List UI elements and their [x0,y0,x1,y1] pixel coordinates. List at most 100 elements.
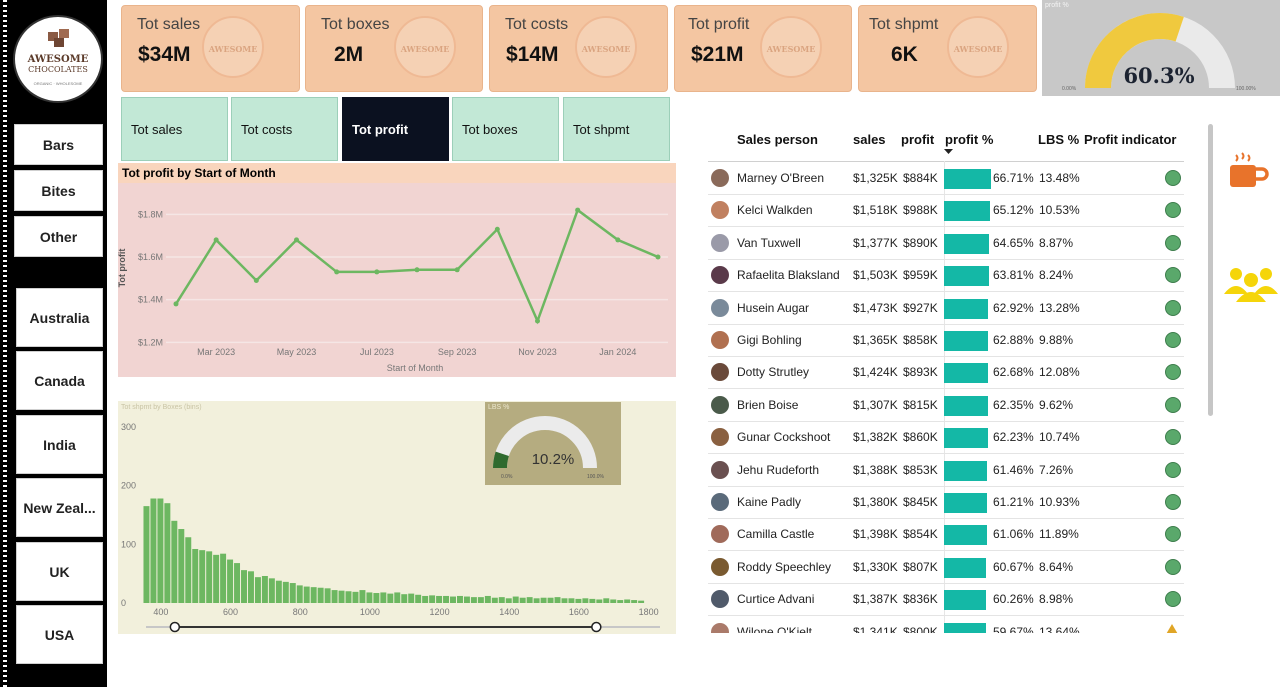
histogram-bar[interactable] [589,598,596,603]
histogram-bar[interactable] [429,595,436,603]
histogram-bar[interactable] [206,551,213,603]
slicer-country-new-zealand[interactable]: New Zeal... [16,478,103,537]
histogram-bar[interactable] [380,592,387,603]
histogram-bar[interactable] [241,570,247,603]
histogram-bar[interactable] [554,597,561,603]
table-row[interactable]: Gunar Cockshoot $1,382K $860K 62.23% 10.74% [708,421,1184,455]
histogram-bar[interactable] [227,559,234,603]
histogram-bar[interactable] [415,594,422,603]
histogram-bar[interactable] [624,599,631,603]
histogram-bar[interactable] [568,598,575,603]
histogram-bar[interactable] [436,595,443,603]
histogram-bar[interactable] [526,597,533,603]
histogram-bar[interactable] [268,578,275,603]
slicer-country-australia[interactable]: Australia [16,288,103,347]
histogram-bar[interactable] [143,506,150,603]
profit-by-month-chart[interactable]: Tot profit by Start of Month $1.2M $1.4M $… [118,163,676,377]
histogram-bar[interactable] [512,596,519,603]
table-row[interactable]: Marney O'Breen $1,325K $884K 66.71% 13.48% [708,162,1184,195]
histogram-bar[interactable] [498,597,505,603]
histogram-bar[interactable] [234,563,241,603]
data-point[interactable] [173,301,179,307]
lbs-percent-gauge[interactable]: LBS % 10.2% 0.0% 100.0% [485,402,621,485]
histogram-bar[interactable] [547,597,554,603]
histogram-bar[interactable] [450,596,456,603]
table-row[interactable]: Wilone O'Kielt $1,341K $800K 59.67% 13.64% [708,616,1184,633]
column-header-sales[interactable]: sales [853,132,886,147]
data-point[interactable] [655,254,661,260]
slicer-category-other[interactable]: Other [14,216,103,257]
column-header-profit-pct[interactable]: profit % [945,132,993,147]
histogram-bar[interactable] [303,586,310,603]
histogram-bar[interactable] [171,520,178,603]
histogram-bar[interactable] [220,553,227,603]
histogram-bar[interactable] [178,529,185,603]
slicer-category-bites[interactable]: Bites [14,170,103,211]
data-point[interactable] [454,267,460,273]
column-header-profit-indicator[interactable]: Profit indicator [1084,132,1176,147]
histogram-bar[interactable] [254,577,261,603]
measure-button-tot-shpmt[interactable]: Tot shpmt [563,97,670,161]
histogram-bar[interactable] [491,597,498,603]
histogram-bar[interactable] [484,595,491,603]
histogram-bar[interactable] [394,592,401,603]
histogram-bar[interactable] [463,596,470,603]
histogram-bar[interactable] [533,598,540,603]
range-slider-max-handle[interactable] [591,621,602,633]
histogram-bar[interactable] [185,537,192,603]
histogram-bar[interactable] [331,590,338,603]
histogram-bar[interactable] [477,597,484,603]
histogram-bar[interactable] [199,550,206,603]
table-row[interactable]: Kaine Padly $1,380K $845K 61.21% 10.93% [708,486,1184,519]
histogram-bar[interactable] [296,585,303,603]
table-row[interactable]: Jehu Rudeforth $1,388K $853K 61.46% 7.26% [708,454,1184,487]
slicer-country-canada[interactable]: Canada [16,351,103,410]
histogram-bar[interactable] [261,575,268,603]
histogram-bar[interactable] [456,595,463,603]
column-header-lbs-pct[interactable]: LBS % [1038,132,1079,147]
data-point[interactable] [253,277,259,283]
data-point[interactable] [294,237,299,243]
slicer-country-uk[interactable]: UK [16,542,103,601]
column-header-profit[interactable]: profit [901,132,934,147]
data-point[interactable] [374,269,380,275]
data-point[interactable] [334,269,340,275]
range-slider-min-handle[interactable] [169,621,181,633]
slicer-country-india[interactable]: India [16,415,103,474]
data-point[interactable] [535,318,540,324]
measure-button-tot-boxes[interactable]: Tot boxes [452,97,559,161]
histogram-bar[interactable] [603,598,610,603]
table-row[interactable]: Rafaelita Blaksland $1,503K $959K 63.81% 8.2… [708,259,1184,293]
histogram-bar[interactable] [575,598,582,603]
measure-button-tot-costs[interactable]: Tot costs [231,97,338,161]
histogram-bar[interactable] [443,595,450,603]
table-row[interactable]: Camilla Castle $1,398K $854K 61.06% 11.89% [708,518,1184,552]
histogram-bar[interactable] [582,598,589,603]
histogram-bar[interactable] [470,597,477,603]
histogram-bar[interactable] [617,600,624,603]
data-point[interactable] [414,267,420,273]
histogram-bar[interactable] [359,590,366,603]
data-point[interactable] [615,237,621,243]
histogram-bar[interactable] [324,588,331,603]
table-row[interactable]: Roddy Speechley $1,330K $807K 60.67% 8.64% [708,551,1184,584]
histogram-bar[interactable] [366,592,373,603]
histogram-bar[interactable] [505,598,512,603]
table-row[interactable]: Gigi Bohling $1,365K $858K 62.88% 9.88% [708,324,1184,357]
histogram-bar[interactable] [401,594,408,603]
histogram-bar[interactable] [282,581,289,603]
histogram-bar[interactable] [338,590,345,603]
histogram-bar[interactable] [422,595,429,603]
data-point[interactable] [213,237,219,243]
table-row[interactable]: Husein Augar $1,473K $927K 62.92% 13.28% [708,292,1184,325]
histogram-bar[interactable] [387,593,394,603]
column-header-sales-person[interactable]: Sales person [737,132,818,147]
table-row[interactable]: Van Tuxwell $1,377K $890K 64.65% 8.87% [708,227,1184,260]
measure-button-tot-sales[interactable]: Tot sales [121,97,228,161]
histogram-bar[interactable] [164,503,171,603]
histogram-bar[interactable] [345,591,352,603]
histogram-bar[interactable] [317,587,324,603]
histogram-bar[interactable] [540,597,547,603]
histogram-bar[interactable] [310,587,317,603]
histogram-bar[interactable] [596,599,603,603]
